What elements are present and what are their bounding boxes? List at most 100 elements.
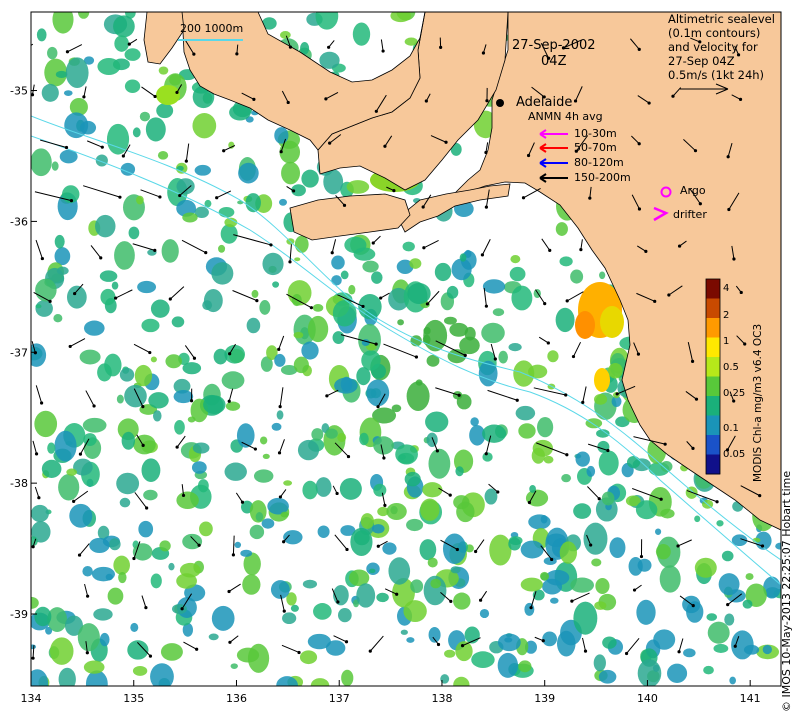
chlorophyll-patch (559, 541, 577, 564)
chlorophyll-patch (455, 641, 473, 662)
velocity-vector-head (192, 52, 196, 56)
chlorophyll-patch (280, 511, 289, 518)
chlorophyll-patch (455, 466, 464, 477)
chlorophyll-patch (595, 577, 610, 595)
chlorophyll-patch (594, 393, 608, 405)
chlorophyll-patch (561, 474, 572, 483)
velocity-vector-head (677, 244, 682, 248)
velocity-vector-head (344, 640, 349, 644)
chlorophyll-patch (332, 331, 345, 345)
chlorophyll-patch (400, 629, 408, 635)
chlorophyll-patch (540, 571, 549, 581)
chlorophyll-patch (105, 573, 113, 581)
chlorophyll-patch (31, 148, 52, 177)
chlorophyll-patch (281, 161, 301, 185)
chlorophyll-patch (628, 556, 643, 576)
chlorophyll-patch (637, 659, 662, 686)
chlorophyll-patch (218, 207, 235, 218)
scale-bar-label: 200 1000m (180, 22, 244, 35)
chlorophyll-patch (176, 178, 195, 195)
velocity-vector-head (277, 451, 282, 455)
chlorophyll-patch (659, 565, 681, 593)
anmn-legend-label: 150-200m (574, 171, 631, 184)
velocity-vector-head (40, 256, 44, 261)
y-tick-label: -36 (10, 215, 28, 228)
chlorophyll-patch (255, 512, 264, 522)
drifter-label: drifter (673, 208, 707, 221)
velocity-vector-head (484, 452, 488, 456)
chlorophyll-patch (211, 262, 234, 285)
chlorophyll-patch (77, 623, 100, 652)
info-line: and velocity for (668, 40, 758, 54)
velocity-vector-head (732, 257, 736, 261)
map-plot-area (31, 12, 781, 686)
colorbar-tick: 0.05 (723, 449, 746, 460)
velocity-vector-head (690, 359, 695, 363)
chlorophyll-patch (220, 224, 238, 244)
chlorophyll-patch (406, 381, 430, 411)
velocity-vector-head (227, 399, 231, 403)
velocity-vector-head (292, 189, 296, 193)
velocity-vector-head (743, 342, 747, 346)
velocity-vector-head (68, 344, 72, 349)
colorbar-tick: 4 (723, 283, 730, 294)
chlorophyll-patch (113, 555, 130, 575)
chlorophyll-patch (85, 670, 108, 686)
velocity-vector-head (227, 589, 231, 594)
chlorophyll-patch (423, 319, 448, 352)
velocity-vector-head (328, 141, 332, 145)
chlorophyll-patch (137, 280, 157, 294)
velocity-vector-head (581, 400, 585, 404)
velocity-vector-head (252, 97, 256, 101)
chlorophyll-patch (297, 439, 320, 461)
x-tick-label: 136 (226, 692, 247, 705)
chlorophyll-patch (89, 537, 110, 554)
chlorophyll-patch (373, 436, 394, 455)
chlorophyll-patch (511, 285, 533, 311)
velocity-vector-head (34, 452, 39, 456)
velocity-vector-head (114, 296, 118, 300)
chlorophyll-patch (331, 275, 342, 286)
chlorophyll-patch (456, 501, 475, 523)
chlorophyll-patch (537, 417, 554, 438)
chlorophyll-patch (157, 151, 169, 160)
chlorophyll-patch (31, 343, 47, 367)
velocity-vector-head (457, 393, 461, 397)
chlorophyll-patch (191, 461, 207, 474)
chlorophyll-patch (518, 423, 536, 439)
info-line: 0.5m/s (1kt 24h) (668, 68, 765, 82)
chlorophyll-patch (52, 12, 74, 34)
velocity-vector-head (240, 500, 245, 504)
chlorophyll-patch (337, 607, 352, 623)
colorbar-cell (706, 337, 720, 358)
chlorophyll-patch (150, 356, 157, 363)
chlorophyll-patch (397, 452, 415, 464)
velocity-vector-head (278, 405, 282, 409)
velocity-vector-head (548, 248, 552, 252)
chlorophyll-patch (31, 536, 38, 547)
chlorophyll-patch (31, 504, 49, 523)
velocity-vector-head (644, 249, 648, 253)
chlorophyll-patch (481, 322, 505, 344)
chlorophyll-patch (107, 587, 124, 605)
chlorophyll-patch (160, 643, 183, 661)
velocity-vector-head (436, 642, 441, 647)
velocity-vector-head (565, 299, 569, 303)
velocity-vector-head (659, 497, 663, 501)
chlorophyll-patch (555, 222, 568, 236)
velocity-vector-head (39, 401, 44, 405)
velocity-vector-head (526, 153, 531, 158)
velocity-vector-head (278, 495, 283, 499)
velocity-vector-head (231, 553, 235, 557)
velocity-vector-head (691, 446, 695, 450)
chlorophyll-patch (508, 537, 521, 551)
colorbar-label: MODIS Chl-a mg/m3 v6.4 OC3 (752, 323, 764, 482)
chlorophyll-patch (213, 348, 228, 365)
velocity-vector-head (371, 241, 375, 245)
velocity-vector-head (374, 342, 378, 346)
x-tick-label: 138 (431, 692, 452, 705)
velocity-vector-head (118, 195, 122, 199)
chlorophyll-patch (114, 241, 135, 270)
chlorophyll-patch (143, 489, 158, 501)
velocity-vector-head (521, 196, 526, 200)
